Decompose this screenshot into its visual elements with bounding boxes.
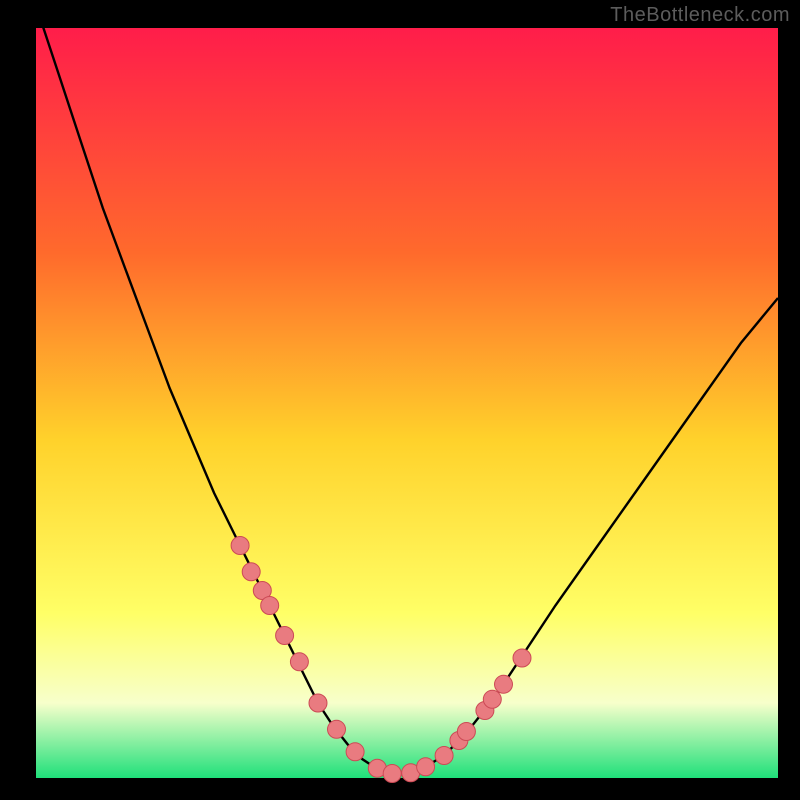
marker-dot bbox=[261, 597, 279, 615]
marker-dot bbox=[417, 758, 435, 776]
marker-dot bbox=[231, 537, 249, 555]
marker-dot bbox=[495, 675, 513, 693]
marker-dot bbox=[242, 563, 260, 581]
marker-dot bbox=[276, 627, 294, 645]
marker-dot bbox=[383, 765, 401, 783]
marker-dot bbox=[435, 747, 453, 765]
plot-background bbox=[36, 28, 778, 778]
watermark-text: TheBottleneck.com bbox=[610, 4, 790, 27]
marker-dot bbox=[513, 649, 531, 667]
marker-dot bbox=[309, 694, 327, 712]
marker-dot bbox=[290, 653, 308, 671]
marker-dot bbox=[483, 690, 501, 708]
bottleneck-chart bbox=[0, 0, 800, 800]
marker-dot bbox=[328, 720, 346, 738]
marker-dot bbox=[346, 743, 364, 761]
marker-dot bbox=[457, 723, 475, 741]
chart-stage: TheBottleneck.com bbox=[0, 0, 800, 800]
